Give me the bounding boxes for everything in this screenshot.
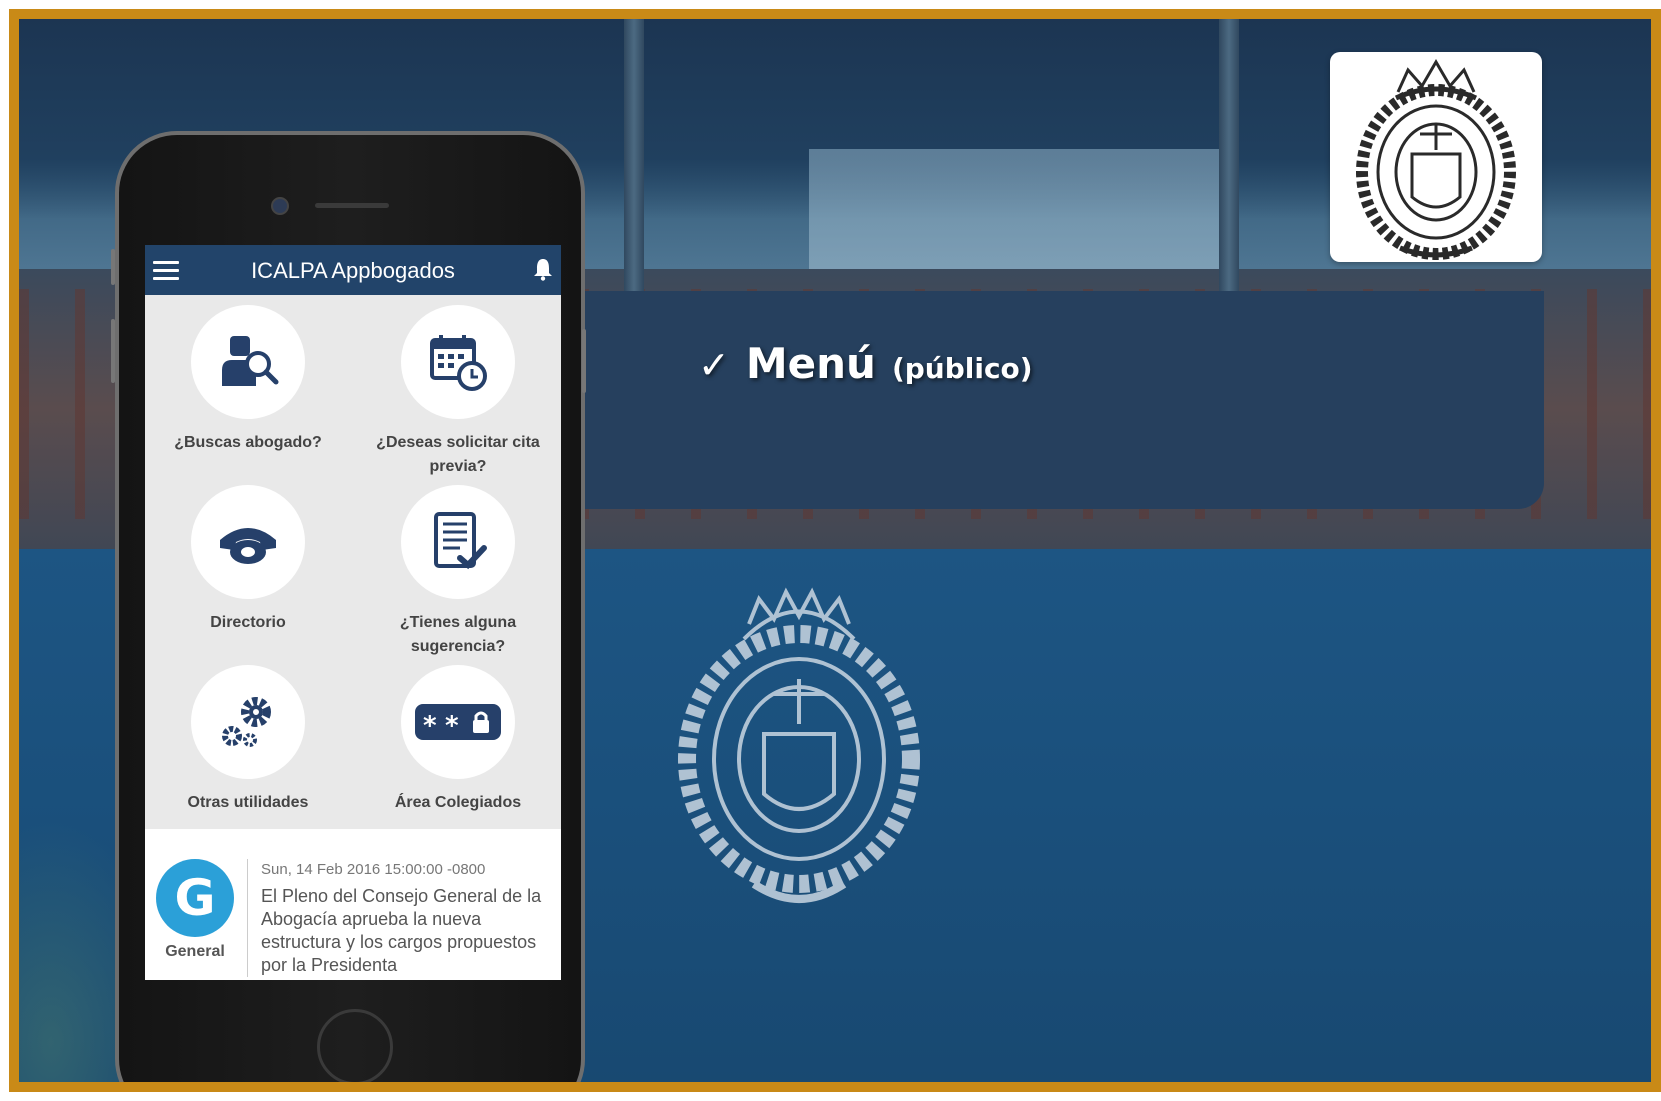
telephone-icon	[220, 528, 276, 564]
gears-icon	[222, 697, 271, 747]
tile-icon-circle	[401, 485, 515, 599]
phone-home-button	[317, 1009, 393, 1082]
menu-item-solicitar-cita[interactable]: ¿Deseas solicitar cita previa?	[358, 305, 558, 479]
menu-item-label: ¿Buscas abogado?	[174, 434, 322, 451]
background-pillar	[624, 19, 644, 299]
tile-icon-circle	[191, 485, 305, 599]
tile-icon-circle: * *	[401, 665, 515, 779]
app-title: ICALPA Appbogados	[251, 258, 455, 283]
menu-item-label: ¿Tienes alguna sugerencia?	[399, 614, 517, 655]
background-pillar	[1219, 19, 1239, 299]
news-date: Sun, 14 Feb 2016 15:00:00 -0800	[261, 861, 486, 878]
tile-icon-circle	[191, 305, 305, 419]
menu-item-label: ¿Deseas solicitar cita previa?	[376, 434, 540, 475]
seal-watermark-icon	[678, 587, 920, 903]
svg-text:*: *	[445, 711, 459, 741]
general-g-icon: G	[156, 859, 234, 937]
panel-subtitle: (público)	[891, 352, 1033, 385]
tile-icon-circle	[401, 305, 515, 419]
logo-card	[1330, 52, 1542, 262]
menu-item-otras-utilidades[interactable]: Otras utilidades	[148, 665, 348, 815]
college-seal-icon	[1356, 59, 1516, 260]
menu-item-label: Otras utilidades	[187, 794, 309, 811]
menu-item-sugerencia[interactable]: ¿Tienes alguna sugerencia?	[358, 485, 558, 659]
menu-item-label: Directorio	[210, 614, 286, 631]
bell-icon[interactable]	[533, 257, 553, 281]
info-panel: ✓ Menú (público)	[574, 291, 1544, 509]
news-divider	[247, 859, 248, 977]
svg-text:*: *	[423, 711, 437, 741]
phone-power-button	[582, 329, 586, 393]
news-icon-letter: G	[174, 869, 216, 927]
menu-item-directorio[interactable]: Directorio	[148, 485, 348, 635]
lawyer-search-icon	[222, 336, 279, 386]
checkmark-icon: ✓	[698, 343, 730, 387]
news-text: El Pleno del Consejo General de la Aboga…	[261, 886, 542, 975]
phone-screen: ICALPA Appbogados ¿Buscas abogado? ¿Dese…	[145, 245, 561, 980]
news-item[interactable]: G General Sun, 14 Feb 2016 15:00:00 -080…	[145, 829, 561, 980]
menu-item-area-colegiados[interactable]: * * Área Colegiados	[358, 665, 558, 815]
phone-camera	[271, 197, 289, 215]
document-check-icon	[434, 512, 487, 570]
phone-volume-button	[111, 319, 115, 383]
menu-item-label: Área Colegiados	[394, 794, 522, 811]
panel-title: Menú	[745, 339, 876, 388]
news-category: General	[165, 943, 225, 960]
tile-icon-circle	[191, 665, 305, 779]
menu-item-buscas-abogado[interactable]: ¿Buscas abogado?	[148, 305, 348, 455]
calendar-clock-icon	[430, 335, 487, 391]
app-bar: ICALPA Appbogados	[145, 245, 561, 295]
password-lock-icon: * *	[415, 704, 501, 741]
menu-grid: ¿Buscas abogado? ¿Deseas solicitar cita …	[145, 295, 561, 829]
phone-volume-button	[111, 249, 115, 285]
slide-frame: ✓ Menú (público) ICALPA Appbogados ¿Busc…	[9, 9, 1661, 1092]
panel-heading: ✓ Menú (público)	[698, 339, 1033, 388]
phone-speaker	[315, 203, 389, 208]
